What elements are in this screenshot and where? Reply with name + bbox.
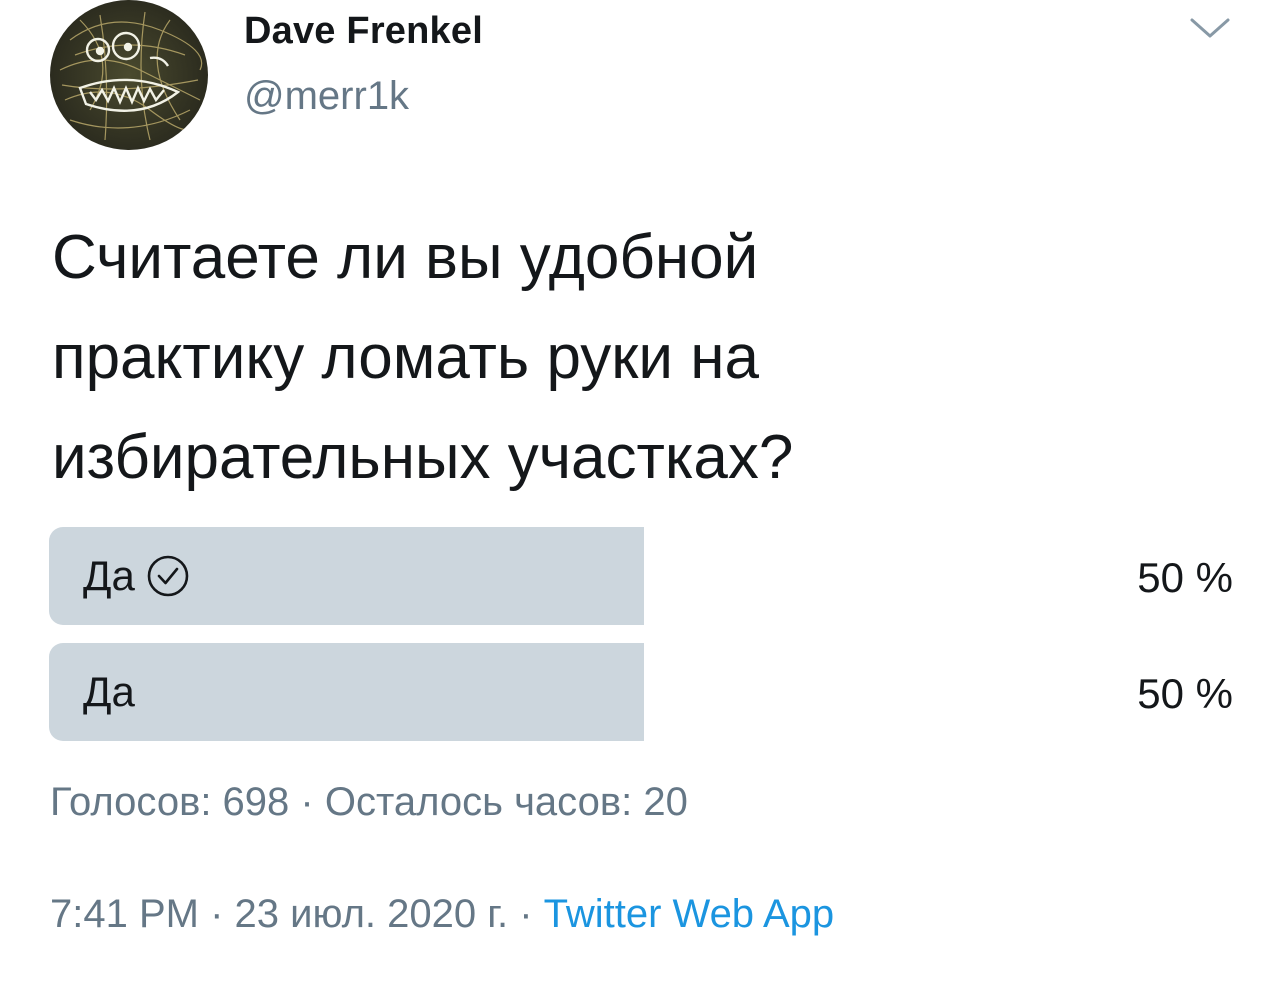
scribble-monster-avatar-icon <box>59 11 203 141</box>
tweet-card: Dave Frenkel @merr1k Считаете ли вы удоб… <box>0 0 1280 989</box>
tweet-text-line: практику ломать руки на <box>52 323 759 392</box>
poll-option-percent: 50 % <box>1137 554 1233 601</box>
check-circle-icon <box>145 553 191 599</box>
poll-result-bar <box>49 643 644 741</box>
tweet-text: Считаете ли вы удобной практику ломать р… <box>52 208 1152 508</box>
chevron-down-icon[interactable] <box>1188 14 1232 42</box>
poll-option-label-wrap: Да <box>83 667 135 717</box>
avatar[interactable] <box>50 0 208 150</box>
author-display-name[interactable]: Dave Frenkel <box>244 10 483 53</box>
poll-option-label: Да <box>83 668 135 715</box>
poll-option-percent: 50 % <box>1137 670 1233 717</box>
tweet-timestamp[interactable]: 7:41 PM · 23 июл. 2020 г. <box>50 892 508 936</box>
footer-separator: · <box>508 892 544 936</box>
poll-option-2[interactable]: Да 50 % <box>49 643 1239 741</box>
poll-meta: Голосов: 698 · Осталось часов: 20 <box>50 780 688 824</box>
author-handle[interactable]: @merr1k <box>244 74 409 119</box>
tweet-footer: 7:41 PM · 23 июл. 2020 г. · Twitter Web … <box>50 892 834 937</box>
tweet-text-line: избирательных участках? <box>52 423 794 492</box>
poll-option-label: Да <box>83 552 135 599</box>
tweet-source-link[interactable]: Twitter Web App <box>544 892 835 936</box>
poll-option-1[interactable]: Да 50 % <box>49 527 1239 625</box>
poll-option-label-wrap: Да <box>83 551 191 601</box>
tweet-text-line: Считаете ли вы удобной <box>52 223 759 292</box>
